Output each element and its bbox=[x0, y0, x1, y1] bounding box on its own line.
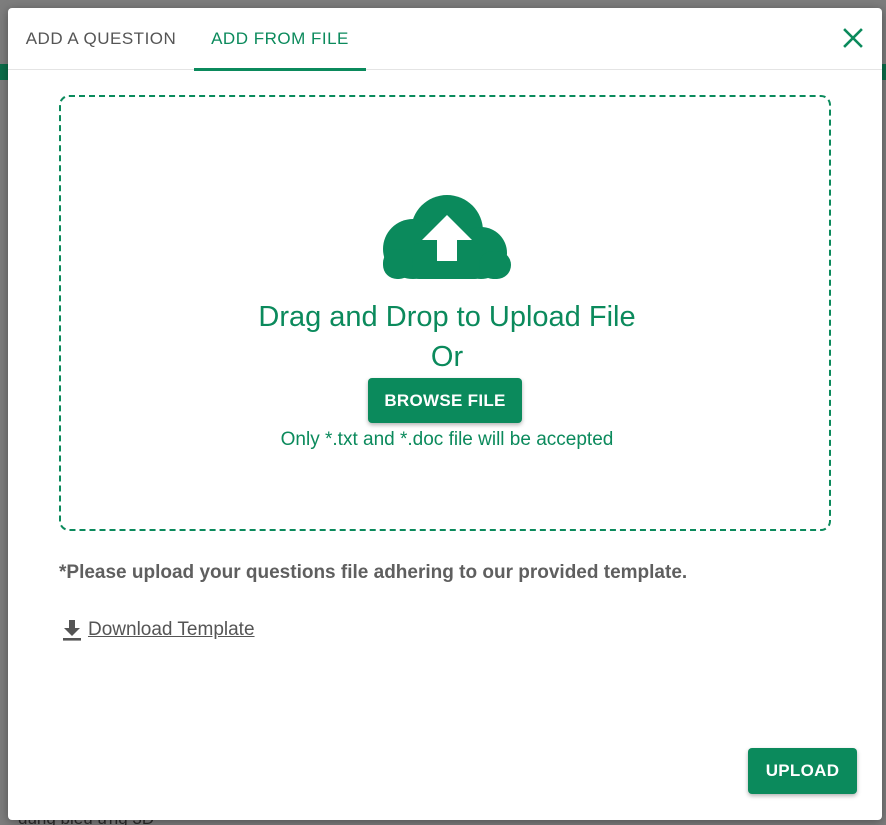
upload-button[interactable]: UPLOAD bbox=[748, 748, 857, 794]
file-dropzone[interactable]: Drag and Drop to Upload File Or BROWSE F… bbox=[59, 95, 831, 531]
tab-add-a-question[interactable]: ADD A QUESTION bbox=[8, 8, 194, 70]
tab-add-from-file[interactable]: ADD FROM FILE bbox=[194, 8, 366, 71]
close-button[interactable] bbox=[838, 23, 868, 53]
add-question-dialog: ADD A QUESTION ADD FROM FILE Drag and Dr… bbox=[8, 8, 882, 820]
download-template-link[interactable]: Download Template bbox=[62, 619, 255, 641]
dialog-tabs: ADD A QUESTION ADD FROM FILE bbox=[8, 8, 882, 71]
dropzone-title: Drag and Drop to Upload File bbox=[258, 301, 636, 333]
close-icon bbox=[843, 28, 863, 48]
cloud-upload-icon bbox=[383, 195, 511, 279]
download-icon bbox=[63, 620, 81, 641]
download-template-label: Download Template bbox=[88, 619, 255, 640]
browse-file-button[interactable]: BROWSE FILE bbox=[368, 378, 522, 423]
template-note: *Please upload your questions file adher… bbox=[59, 562, 688, 583]
background-header-left bbox=[0, 64, 8, 80]
accepted-file-types-hint: Only *.txt and *.doc file will be accept… bbox=[280, 429, 614, 450]
dropzone-or: Or bbox=[430, 341, 464, 373]
